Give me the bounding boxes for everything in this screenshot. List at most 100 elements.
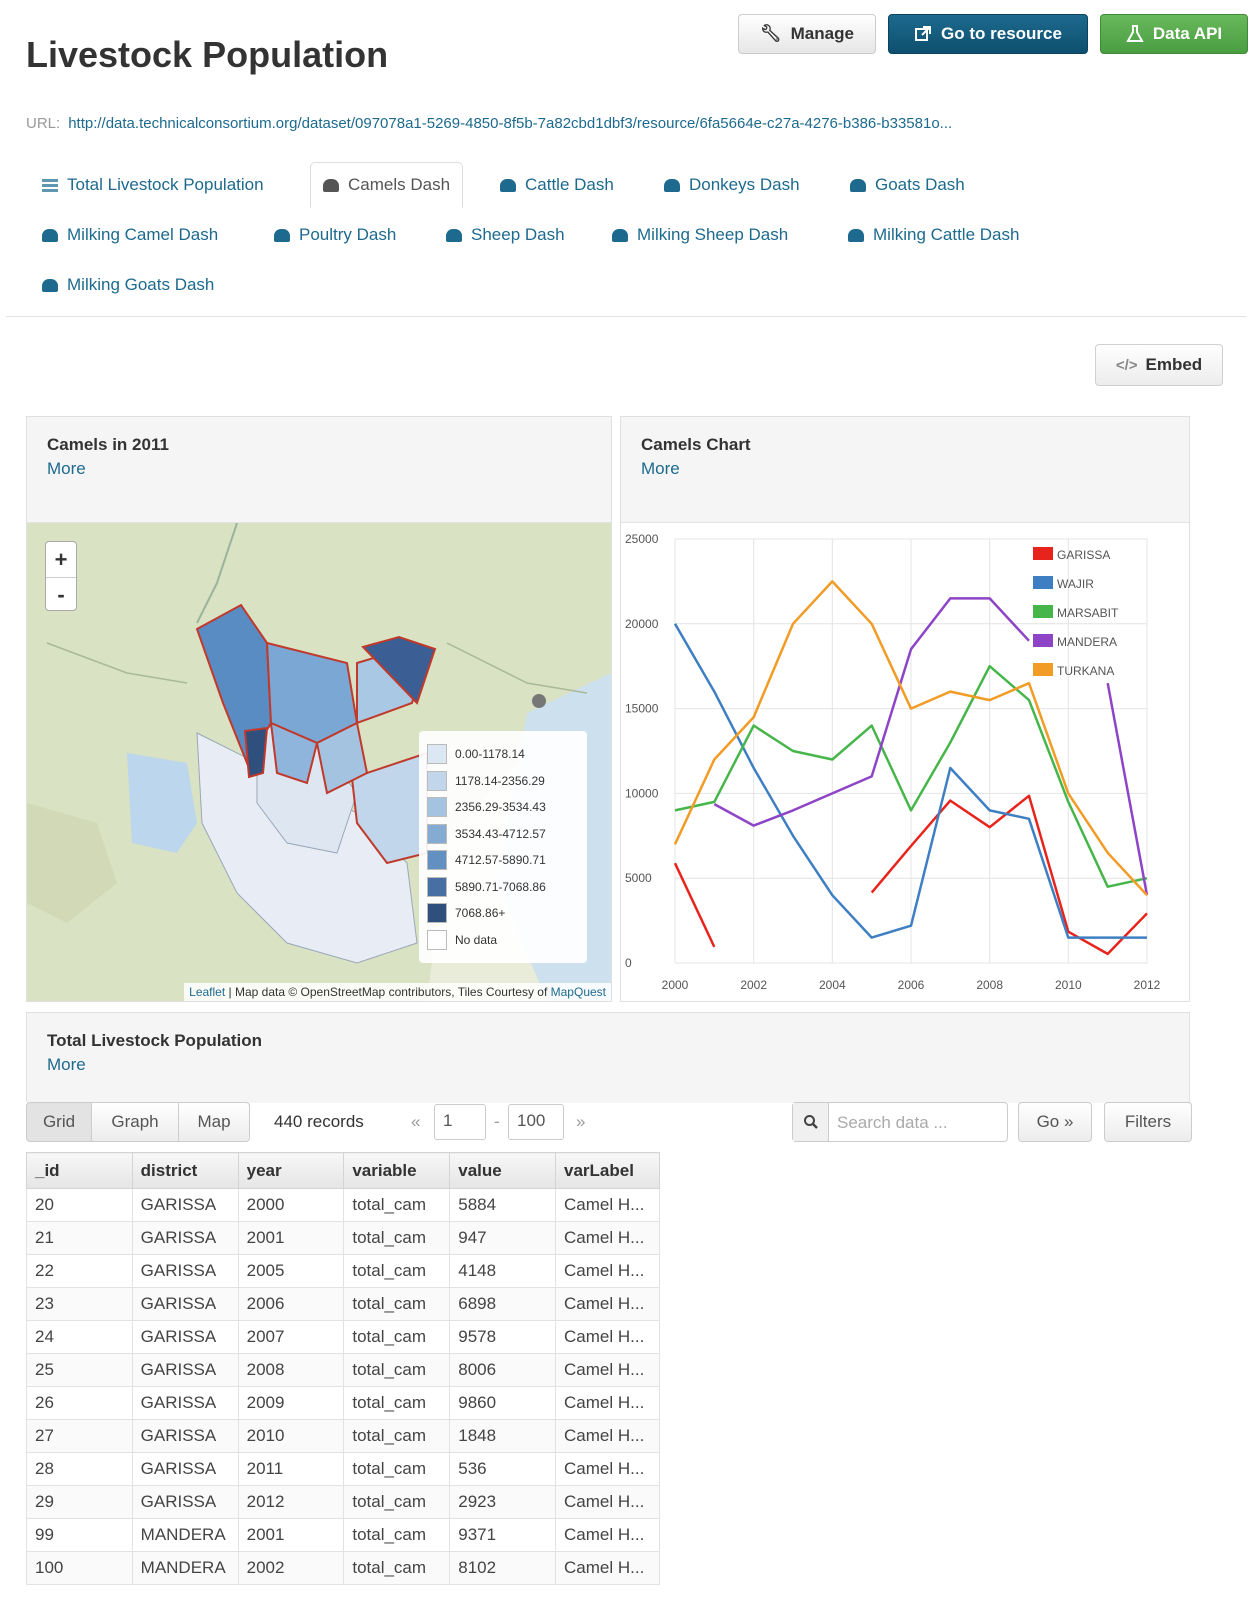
- table-row[interactable]: 24 GARISSA 2007 total_cam 9578 Camel H...: [26, 1320, 660, 1354]
- tab-donkeys-dash[interactable]: Donkeys Dash: [652, 162, 812, 208]
- legend-swatch: [427, 903, 447, 924]
- tab-goats-dash[interactable]: Goats Dash: [838, 162, 977, 208]
- column-header[interactable]: varLabel: [555, 1152, 660, 1189]
- table-row[interactable]: 21 GARISSA 2001 total_cam 947 Camel H...: [26, 1221, 660, 1255]
- table-cell: total_cam: [343, 1386, 451, 1420]
- legend-swatch: [1033, 576, 1053, 589]
- pager-next-button[interactable]: »: [576, 1112, 585, 1132]
- graph-view-tab[interactable]: Graph: [91, 1102, 179, 1142]
- series-line-mandera: [1106, 682, 1149, 896]
- legend-row: 5890.71-7068.86: [427, 874, 579, 901]
- table-cell: 2000: [237, 1188, 345, 1222]
- search-input[interactable]: Search data ...: [837, 1113, 948, 1133]
- embed-button[interactable]: </> Embed: [1095, 344, 1223, 386]
- camels-chart: 0 5000 10000 15000 20000 25000 2000 2002 2004 200…: [621, 523, 1189, 1001]
- pager-prev-button[interactable]: «: [411, 1112, 420, 1132]
- table-row[interactable]: 99 MANDERA 2001 total_cam 9371 Camel H...: [26, 1518, 660, 1552]
- go-to-resource-button[interactable]: Go to resource: [888, 14, 1088, 54]
- tab-milking-camel-dash[interactable]: Milking Camel Dash: [30, 212, 230, 258]
- map-attribution: Leaflet | Map data © OpenStreetMap contr…: [184, 983, 611, 1001]
- tab-sheep-dash[interactable]: Sheep Dash: [434, 212, 577, 258]
- legend-label: MANDERA: [1057, 635, 1117, 649]
- legend-label: 2356.29-3534.43: [455, 800, 546, 815]
- table-row[interactable]: 23 GARISSA 2006 total_cam 6898 Camel H...: [26, 1287, 660, 1321]
- legend-label: 3534.43-4712.57: [455, 826, 546, 841]
- table-cell: Camel H...: [555, 1551, 660, 1585]
- legend-row: 1178.14-2356.29: [427, 768, 579, 795]
- table-row[interactable]: 29 GARISSA 2012 total_cam 2923 Camel H...: [26, 1485, 660, 1519]
- url-link[interactable]: http://data.technicalconsortium.org/data…: [68, 115, 952, 132]
- legend-row: 4712.57-5890.71: [427, 847, 579, 874]
- data-api-button[interactable]: Data API: [1100, 14, 1248, 54]
- table-cell: GARISSA: [131, 1287, 239, 1321]
- camels-map[interactable]: + - 0.00-1178.14 1178.14-2356.29 2356.29…: [27, 523, 611, 1001]
- pager-from-input[interactable]: 1: [434, 1104, 486, 1140]
- table-cell: 28: [26, 1452, 133, 1486]
- legend-swatch: [427, 850, 447, 871]
- tab-label: Goats Dash: [875, 175, 965, 194]
- table-row[interactable]: 28 GARISSA 2011 total_cam 536 Camel H...: [26, 1452, 660, 1486]
- pager-dash: -: [494, 1112, 500, 1131]
- legend-swatch: [427, 823, 447, 844]
- table-row[interactable]: 27 GARISSA 2010 total_cam 1848 Camel H...: [26, 1419, 660, 1453]
- table-row[interactable]: 25 GARISSA 2008 total_cam 8006 Camel H...: [26, 1353, 660, 1387]
- chart-more-link[interactable]: More: [641, 459, 680, 479]
- go-button[interactable]: Go »: [1018, 1102, 1092, 1142]
- dashboard-icon: [612, 228, 628, 242]
- series-line-mandera: [713, 597, 1030, 827]
- table-cell: 26: [26, 1386, 133, 1420]
- table-header-row: _id district year variable value varLabe…: [26, 1152, 660, 1189]
- column-header[interactable]: _id: [26, 1152, 133, 1189]
- leaflet-link[interactable]: Leaflet: [189, 985, 225, 999]
- table-cell: 23: [26, 1287, 133, 1321]
- table-more-link[interactable]: More: [47, 1055, 86, 1075]
- mapquest-link[interactable]: MapQuest: [551, 985, 606, 999]
- map-more-link[interactable]: More: [47, 459, 86, 479]
- dashboard-icon: [664, 178, 680, 192]
- legend-swatch: [427, 876, 447, 897]
- filters-button[interactable]: Filters: [1104, 1102, 1192, 1142]
- map-view-tab[interactable]: Map: [178, 1102, 250, 1142]
- tab-camels-dash[interactable]: Camels Dash: [310, 162, 464, 208]
- manage-button[interactable]: 🔧︎ Manage: [738, 14, 876, 54]
- table-cell: Camel H...: [555, 1287, 660, 1321]
- table-cell: GARISSA: [131, 1221, 239, 1255]
- search-box: Search data ...: [792, 1102, 1008, 1142]
- tab-label: Cattle Dash: [525, 175, 614, 194]
- table-cell: total_cam: [343, 1419, 451, 1453]
- x-tick-label: 2006: [898, 978, 925, 992]
- zoom-in-button[interactable]: +: [46, 542, 76, 577]
- table-cell: 2007: [237, 1320, 345, 1354]
- table-cell: 2001: [237, 1221, 345, 1255]
- column-header[interactable]: district: [131, 1152, 239, 1189]
- table-cell: 25: [26, 1353, 133, 1387]
- column-header[interactable]: value: [449, 1152, 556, 1189]
- tab-total-livestock-population[interactable]: Total Livestock Population: [30, 162, 276, 208]
- pager-to-input[interactable]: 100: [508, 1104, 564, 1140]
- column-header[interactable]: variable: [343, 1152, 451, 1189]
- table-cell: MANDERA: [131, 1518, 239, 1552]
- table-row[interactable]: 22 GARISSA 2005 total_cam 4148 Camel H...: [26, 1254, 660, 1288]
- tab-poultry-dash[interactable]: Poultry Dash: [262, 212, 408, 258]
- table-cell: 6898: [449, 1287, 556, 1321]
- table-row[interactable]: 100 MANDERA 2002 total_cam 8102 Camel H...: [26, 1551, 660, 1585]
- tab-milking-cattle-dash[interactable]: Milking Cattle Dash: [836, 212, 1031, 258]
- tab-cattle-dash[interactable]: Cattle Dash: [488, 162, 626, 208]
- tab-label: Milking Cattle Dash: [873, 225, 1020, 244]
- column-header[interactable]: year: [237, 1152, 345, 1189]
- table-cell: 1848: [449, 1419, 556, 1453]
- zoom-control: + -: [45, 541, 77, 611]
- tab-milking-goats-dash[interactable]: Milking Goats Dash: [30, 262, 226, 308]
- go-to-resource-label: Go to resource: [941, 24, 1062, 43]
- table-cell: total_cam: [343, 1254, 451, 1288]
- table-cell: total_cam: [343, 1518, 451, 1552]
- grid-view-tab[interactable]: Grid: [26, 1102, 92, 1142]
- table-row[interactable]: 20 GARISSA 2000 total_cam 5884 Camel H...: [26, 1188, 660, 1222]
- table-cell: 24: [26, 1320, 133, 1354]
- table-row[interactable]: 26 GARISSA 2009 total_cam 9860 Camel H...: [26, 1386, 660, 1420]
- zoom-out-button[interactable]: -: [46, 577, 76, 612]
- y-tick-label: 20000: [625, 617, 659, 631]
- table-cell: 2002: [237, 1551, 345, 1585]
- tab-milking-sheep-dash[interactable]: Milking Sheep Dash: [600, 212, 800, 258]
- table-cell: Camel H...: [555, 1419, 660, 1453]
